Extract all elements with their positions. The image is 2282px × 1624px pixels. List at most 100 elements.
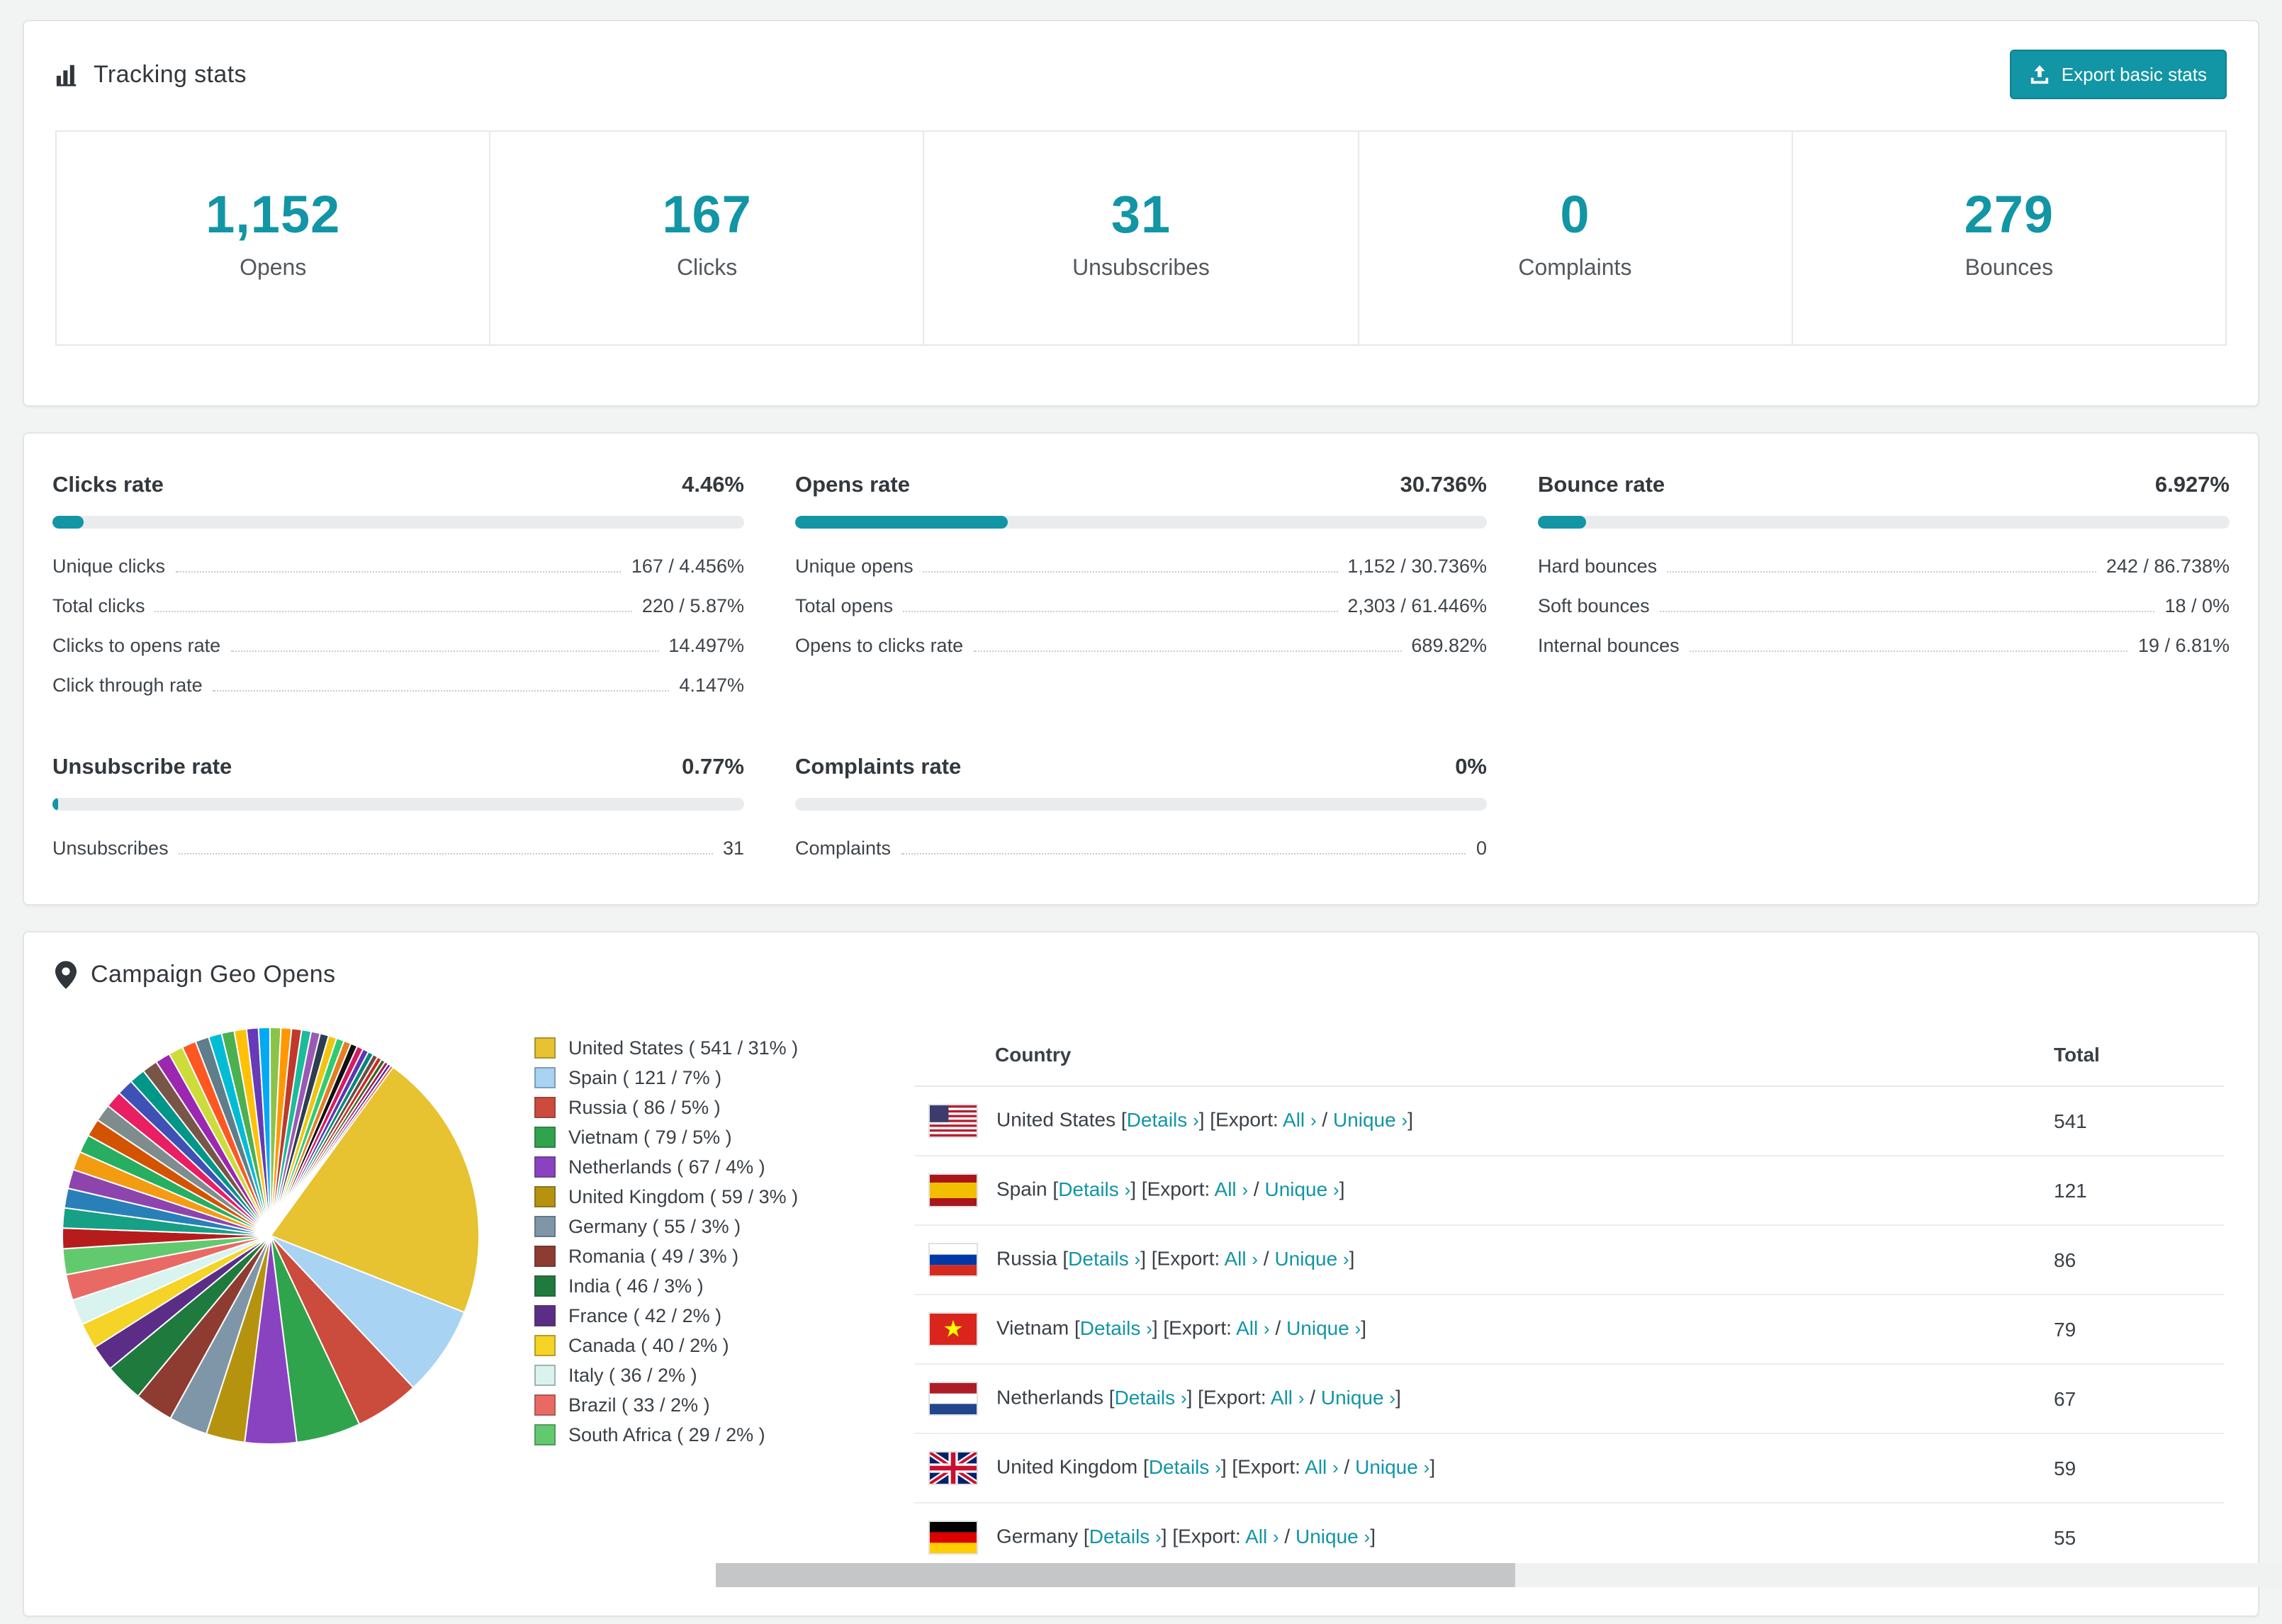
legend-swatch [534, 1186, 556, 1207]
flag-us-icon [928, 1104, 978, 1138]
total-column-header: Total [2040, 1023, 2224, 1087]
rate-row-label: Unsubscribes [52, 837, 169, 858]
rate-row-value: 31 [722, 837, 744, 858]
rate-row-label: Complaints [795, 837, 892, 858]
rate-row: Internal bounces 19 / 6.81% [1538, 625, 2230, 665]
legend-label: United Kingdom ( 59 / 3% ) [568, 1186, 799, 1207]
export-icon [2030, 64, 2050, 84]
country-name: Vietnam [996, 1316, 1069, 1339]
export-unique-link[interactable]: Unique › [1286, 1316, 1361, 1338]
export-all-link[interactable]: All › [1271, 1385, 1305, 1408]
dotted-leader [154, 610, 632, 611]
text: ] [1339, 1177, 1345, 1200]
table-row-ru: Russia [Details ›] [Export: All › / Uniq… [914, 1225, 2224, 1295]
export-all-link[interactable]: All › [1236, 1316, 1270, 1338]
country-name: United States [996, 1107, 1116, 1131]
rate-progress-bar [1538, 516, 2230, 529]
geo-table: Country Total United States [Details ›] … [914, 1023, 2224, 1573]
table-row-gb: United Kingdom [Details ›] [Export: All … [914, 1433, 2224, 1504]
export-unique-link[interactable]: Unique › [1274, 1246, 1349, 1269]
rate-row: Unsubscribes 31 [52, 828, 744, 867]
rate-row-value: 18 / 0% [2164, 594, 2230, 616]
rate-row: Unique opens 1,152 / 30.736% [795, 546, 1487, 585]
bar-chart-icon [55, 62, 79, 86]
dotted-leader [901, 852, 1466, 854]
flag-es-icon [928, 1173, 978, 1207]
legend-label: Russia ( 86 / 5% ) [568, 1097, 721, 1118]
stat-label: Complaints [1518, 256, 1632, 281]
rate-row-label: Unique opens [795, 555, 914, 576]
details-link[interactable]: Details › [1089, 1524, 1162, 1547]
rate-row-value: 167 / 4.456% [631, 555, 744, 576]
legend-item: Canada ( 40 / 2% ) [534, 1335, 863, 1356]
text: ] [1370, 1524, 1376, 1547]
export-unique-link[interactable]: Unique › [1333, 1107, 1407, 1130]
text: [ [1137, 1455, 1149, 1478]
export-all-link[interactable]: All › [1305, 1455, 1339, 1477]
flag-de-icon [928, 1521, 978, 1555]
text: ] [Export: [1186, 1385, 1271, 1409]
export-unique-link[interactable]: Unique › [1264, 1177, 1339, 1200]
scrollbar-thumb[interactable] [716, 1563, 1515, 1587]
rate-title: Complaints rate [795, 755, 962, 779]
rate-title: Unsubscribe rate [52, 755, 232, 779]
export-unique-link[interactable]: Unique › [1321, 1385, 1395, 1408]
export-all-link[interactable]: All › [1283, 1107, 1317, 1130]
legend-label: Vietnam ( 79 / 5% ) [568, 1127, 732, 1148]
country-cell: Germany [Details ›] [Export: All › / Uni… [914, 1503, 2040, 1573]
text: ] [Export: [1198, 1107, 1283, 1131]
rate-head: Opens rate 30.736% [795, 473, 1487, 499]
stat-box-complaints: 0 Complaints [1359, 132, 1793, 344]
export-unique-link[interactable]: Unique › [1295, 1524, 1370, 1547]
details-link[interactable]: Details › [1068, 1246, 1140, 1269]
country-name: Spain [996, 1177, 1047, 1200]
details-link[interactable]: Details › [1149, 1455, 1221, 1477]
country-column-header: Country [914, 1023, 2040, 1087]
rates-card: Clicks rate 4.46% Unique clicks 167 / 4.456… [23, 432, 2259, 906]
legend-swatch [534, 1127, 556, 1148]
export-all-link[interactable]: All › [1225, 1246, 1259, 1269]
rate-value: 0% [1455, 755, 1487, 779]
export-all-link[interactable]: All › [1215, 1177, 1249, 1200]
rate-row-label: Total opens [795, 594, 894, 616]
legend-label: France ( 42 / 2% ) [568, 1305, 722, 1326]
details-link[interactable]: Details › [1115, 1385, 1187, 1408]
rate-row-label: Total clicks [52, 594, 145, 616]
rate-head: Bounce rate 6.927% [1538, 473, 2230, 499]
chevron-right-icon: › [1146, 1317, 1152, 1339]
export-all-link[interactable]: All › [1245, 1524, 1279, 1547]
legend-item: Russia ( 86 / 5% ) [534, 1097, 863, 1118]
stats-row: 1,152 Opens 167 Clicks 31 Unsubscribes 0 Compla… [55, 130, 2227, 346]
rate-row-label: Click through rate [52, 674, 203, 695]
text: ] [Export: [1130, 1177, 1215, 1200]
stat-label: Unsubscribes [1072, 256, 1210, 281]
details-link[interactable]: Details › [1058, 1177, 1130, 1200]
text: / [1338, 1455, 1356, 1478]
rate-row: Clicks to opens rate 14.497% [52, 625, 744, 665]
legend-label: Germany ( 55 / 3% ) [568, 1216, 741, 1237]
rate-progress-bar [52, 798, 744, 811]
export-unique-link[interactable]: Unique › [1355, 1455, 1429, 1477]
rate-row-value: 4.147% [679, 674, 744, 695]
legend-swatch [534, 1275, 556, 1297]
export-basic-stats-button[interactable]: Export basic stats [2010, 50, 2227, 99]
rate-row-value: 14.497% [668, 634, 744, 655]
rate-title: Clicks rate [52, 473, 164, 497]
details-link[interactable]: Details › [1127, 1107, 1199, 1130]
text: [ [1047, 1177, 1059, 1200]
legend-swatch [534, 1335, 556, 1356]
rate-block-complaints-rate: Complaints rate 0% Complaints 0 [795, 755, 1487, 867]
text: ] [Export: [1161, 1524, 1246, 1547]
chevron-right-icon: › [1389, 1387, 1396, 1409]
rate-row: Total opens 2,303 / 61.446% [795, 585, 1487, 625]
text: / [1258, 1246, 1275, 1270]
dotted-leader [178, 852, 713, 854]
total-value: 121 [2040, 1156, 2224, 1226]
table-row-de: Germany [Details ›] [Export: All › / Uni… [914, 1503, 2224, 1573]
rate-row-label: Opens to clicks rate [795, 634, 964, 655]
rate-title: Bounce rate [1538, 473, 1665, 497]
stat-value: 279 [1964, 186, 2055, 244]
details-link[interactable]: Details › [1080, 1316, 1152, 1338]
text: ] [Export: [1140, 1246, 1225, 1270]
horizontal-scrollbar[interactable] [716, 1563, 2282, 1587]
